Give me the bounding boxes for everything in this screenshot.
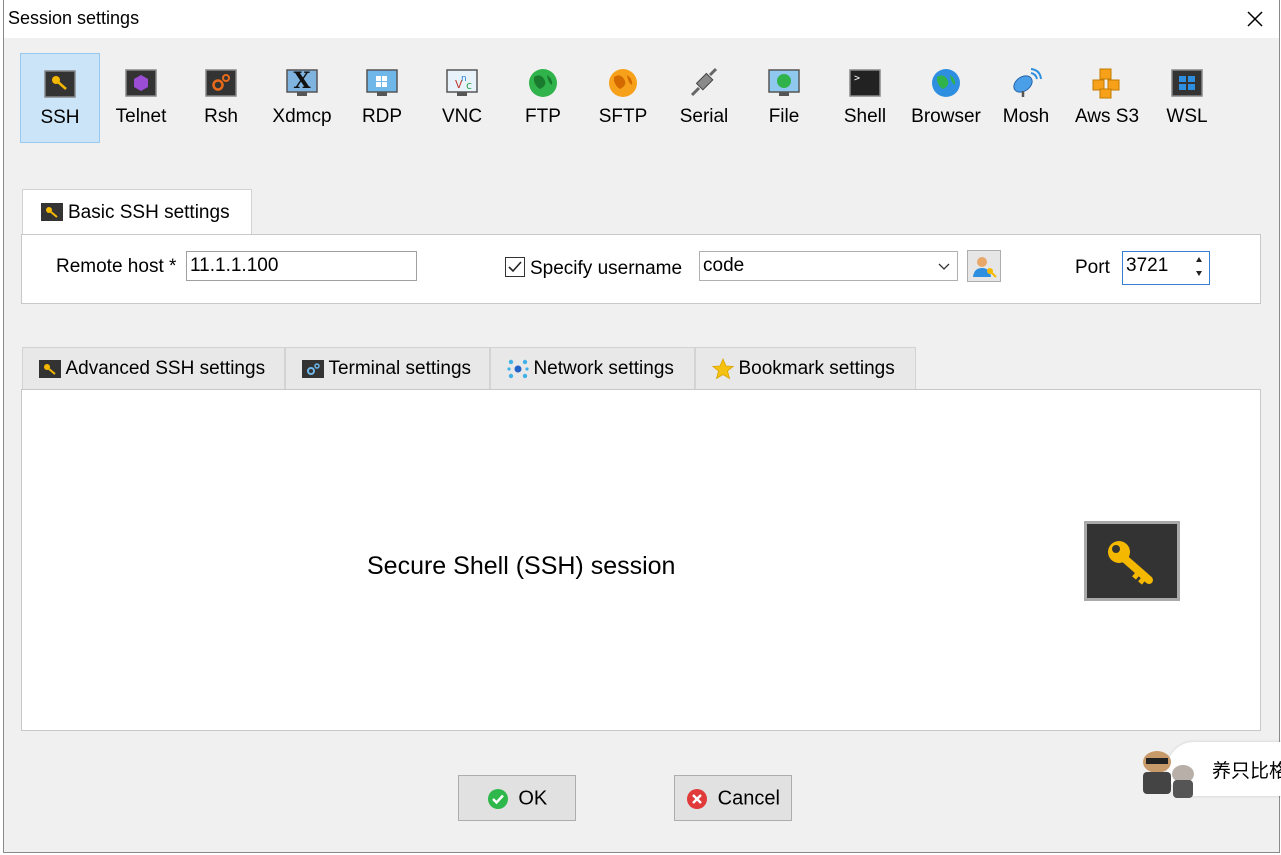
large-ssh-key-icon xyxy=(1084,521,1180,601)
tab-label: Bookmark settings xyxy=(738,358,895,379)
ftp-globe-icon xyxy=(529,69,557,97)
floating-widget[interactable]: 养只比格 xyxy=(1137,740,1281,798)
protocol-label: Shell xyxy=(843,106,887,127)
protocol-label: WSL xyxy=(1166,106,1208,127)
tab-label: Basic SSH settings xyxy=(68,202,230,223)
rsh-gears-icon xyxy=(205,69,237,97)
specify-username-label: Specify username xyxy=(530,258,683,279)
svg-text:X: X xyxy=(293,68,311,94)
protocol-wsl[interactable]: WSL xyxy=(1147,53,1227,143)
protocol-rdp[interactable]: RDP xyxy=(342,53,422,143)
port-label: Port xyxy=(1075,257,1110,278)
port-value: 3721 xyxy=(1126,255,1169,276)
protocol-shell[interactable]: > Shell xyxy=(825,53,905,143)
vnc-icon: V n c xyxy=(446,69,478,96)
protocol-browser[interactable]: Browser xyxy=(906,53,986,143)
close-button[interactable] xyxy=(1241,5,1269,33)
mosh-satellite-icon xyxy=(1013,68,1042,97)
tab-terminal-settings[interactable]: Terminal settings xyxy=(285,347,490,389)
protocol-label: RDP xyxy=(361,106,403,127)
shell-terminal-icon: > xyxy=(849,69,881,97)
protocol-label: Mosh xyxy=(1002,106,1050,127)
network-nodes-icon xyxy=(507,359,529,379)
protocol-vnc[interactable]: V n c VNC xyxy=(422,53,502,143)
file-monitor-icon xyxy=(768,69,800,96)
protocol-mosh[interactable]: Mosh xyxy=(986,53,1066,143)
session-description: Secure Shell (SSH) session xyxy=(367,552,676,580)
beagle-mascot-icon xyxy=(1143,751,1194,798)
window-title: Session settings xyxy=(8,8,140,28)
cancel-button[interactable]: Cancel xyxy=(674,775,792,821)
sftp-globe-icon xyxy=(609,69,637,97)
svg-text:c: c xyxy=(466,79,472,92)
telnet-icon xyxy=(125,69,157,97)
star-icon xyxy=(711,357,735,380)
title-bar: Session settings xyxy=(4,0,1279,38)
tab-label: Network settings xyxy=(533,358,674,379)
spinner-arrows-icon[interactable] xyxy=(1193,254,1205,280)
protocol-rsh[interactable]: Rsh xyxy=(181,53,261,143)
cancel-circle-icon xyxy=(687,788,708,809)
tab-basic-ssh-settings[interactable]: Basic SSH settings xyxy=(22,189,252,235)
floating-widget-text: 养只比格 xyxy=(1212,761,1281,782)
protocol-sftp[interactable]: SFTP xyxy=(583,53,663,143)
tab-bookmark-settings[interactable]: Bookmark settings xyxy=(695,347,916,389)
ssh-key-icon xyxy=(44,70,76,98)
remote-host-input[interactable]: 11.1.1.100 xyxy=(186,251,417,281)
tab-label: Terminal settings xyxy=(328,358,472,379)
protocol-label: Serial xyxy=(679,106,729,127)
protocol-ftp[interactable]: FTP xyxy=(503,53,583,143)
svg-text:>: > xyxy=(854,73,860,84)
protocol-label: SFTP xyxy=(598,106,648,127)
tab-advanced-ssh-settings[interactable]: Advanced SSH settings xyxy=(22,347,285,389)
user-manager-button[interactable] xyxy=(967,250,1001,282)
port-spinner[interactable]: 3721 xyxy=(1122,251,1210,285)
ok-label: OK xyxy=(518,787,548,810)
protocol-telnet[interactable]: Telnet xyxy=(101,53,181,143)
protocol-label: VNC xyxy=(441,106,483,127)
basic-settings-panel: Remote host * 11.1.1.100 Specify usernam… xyxy=(21,234,1261,304)
xdmcp-x-icon: X xyxy=(286,68,318,96)
wsl-windows-icon xyxy=(1171,69,1203,97)
terminal-gears-icon xyxy=(302,360,324,378)
ok-button[interactable]: OK xyxy=(458,775,576,821)
username-combobox[interactable]: code xyxy=(699,251,958,281)
protocol-label: File xyxy=(768,106,800,127)
serial-plug-icon xyxy=(690,67,718,97)
protocol-label: Aws S3 xyxy=(1074,106,1140,127)
aws-s3-cubes-icon xyxy=(1092,68,1120,99)
protocol-label: Xdmcp xyxy=(272,106,332,127)
protocol-label: Rsh xyxy=(204,106,238,127)
session-settings-dialog: Session settings SSH Telnet Rsh X Xdmcp … xyxy=(3,0,1280,853)
protocol-label: SSH xyxy=(40,107,80,128)
username-value: code xyxy=(703,255,745,276)
session-description-panel: Secure Shell (SSH) session xyxy=(21,389,1261,731)
protocol-aws-s3[interactable]: Aws S3 xyxy=(1067,53,1147,143)
protocol-label: FTP xyxy=(525,106,561,127)
remote-host-label: Remote host * xyxy=(56,256,177,277)
rdp-monitor-icon xyxy=(366,69,398,96)
protocol-label: Browser xyxy=(911,106,981,127)
user-key-icon xyxy=(973,257,997,278)
ssh-key-icon xyxy=(41,203,63,226)
browser-globe-icon xyxy=(932,69,960,97)
check-circle-icon xyxy=(487,788,508,809)
close-icon xyxy=(1247,11,1263,27)
protocol-label: Telnet xyxy=(115,106,167,127)
key-icon xyxy=(1108,541,1153,585)
protocol-serial[interactable]: Serial xyxy=(664,53,744,143)
specify-username-checkbox[interactable] xyxy=(505,257,525,277)
tab-network-settings[interactable]: Network settings xyxy=(490,347,695,389)
cancel-label: Cancel xyxy=(717,787,780,810)
ssh-key-icon xyxy=(39,360,61,378)
protocol-xdmcp[interactable]: X Xdmcp xyxy=(262,53,342,143)
chevron-down-icon xyxy=(938,263,950,270)
protocol-file[interactable]: File xyxy=(744,53,824,143)
protocol-ssh[interactable]: SSH xyxy=(20,53,100,143)
checkmark-icon xyxy=(508,261,522,273)
tab-label: Advanced SSH settings xyxy=(65,358,266,379)
